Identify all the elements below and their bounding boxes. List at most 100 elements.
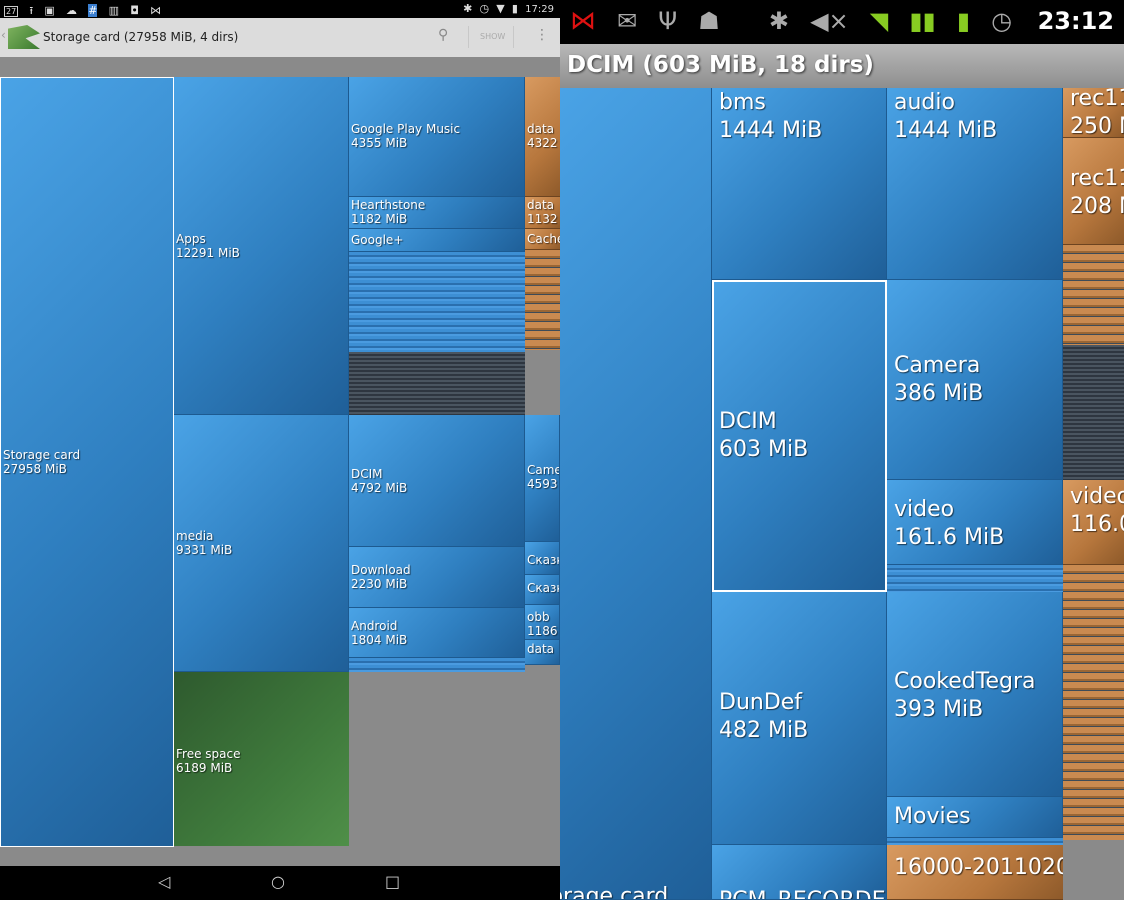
node-name: Storage card: [3, 448, 81, 462]
node-name: data: [527, 198, 555, 212]
treemap-root[interactable]: Storage card: [560, 88, 712, 900]
node-android[interactable]: Android 1804 MiB: [349, 608, 525, 658]
title-bar: DCIM (603 MiB, 18 dirs): [560, 44, 1124, 88]
node-name: Download: [351, 563, 411, 577]
cloud-icon: ☁: [66, 4, 78, 17]
toolbar-shadow: [0, 57, 560, 77]
node-name: Apps: [176, 232, 206, 246]
app-logo-icon[interactable]: [8, 25, 40, 49]
android-debug-icon: ☗: [698, 7, 720, 35]
node-data[interactable]: data 4322 MiB: [525, 77, 560, 197]
node-size: 603 MiB: [719, 436, 809, 462]
recents-nav-icon[interactable]: □: [385, 872, 400, 891]
small-nodes[interactable]: [887, 565, 1063, 592]
node-size: 2230 MiB: [351, 577, 408, 592]
show-button[interactable]: SHOW: [480, 32, 505, 41]
node-size: 1132 MiB: [527, 212, 558, 227]
node-size: 393 MiB: [894, 696, 984, 722]
mail-icon: ⋈: [150, 4, 162, 17]
gmail-icon: ✉: [617, 7, 638, 35]
node-rec11[interactable]: rec11 208 MiB: [1063, 138, 1124, 245]
battery-icon: ▮: [511, 2, 518, 15]
node-dcim[interactable]: DCIM 4792 MiB: [349, 415, 525, 547]
node-camera[interactable]: Camera 386 MiB: [887, 280, 1063, 480]
node-name: Google Play Music: [351, 122, 461, 136]
node-size: 4322 MiB: [527, 136, 558, 151]
clock: 23:12: [1037, 7, 1114, 35]
node-size: 1804 MiB: [351, 633, 408, 648]
search-icon[interactable]: ⚲: [438, 27, 448, 43]
alarm-icon: ◷: [991, 7, 1013, 35]
small-nodes[interactable]: [1063, 245, 1124, 345]
node-size: 9331 MiB: [176, 543, 233, 558]
node-size: 1186 MiB: [527, 624, 558, 639]
small-nodes-dark[interactable]: [1063, 345, 1124, 480]
overflow-menu-icon[interactable]: ⋮: [535, 27, 549, 43]
node-name: CookedTegra: [894, 669, 1036, 694]
node-name: Hearthstone: [351, 198, 426, 212]
node-skazki[interactable]: Сказк: [525, 575, 560, 605]
node-dundef[interactable]: DunDef 482 MiB: [712, 592, 887, 845]
node-obb[interactable]: obb 1186 MiB: [525, 605, 560, 640]
node-16000-20110208[interactable]: 16000-20110208: [887, 845, 1063, 900]
wifi-icon: ◥: [869, 7, 889, 35]
node-video[interactable]: video 161.6 MiB: [887, 480, 1063, 565]
small-nodes[interactable]: [887, 838, 1063, 845]
node-google-play-music[interactable]: Google Play Music 4355 MiB: [349, 77, 525, 197]
bluetooth-icon: ✱: [768, 7, 789, 35]
node-audio[interactable]: audio 1444 MiB: [887, 88, 1063, 280]
node-name: audio: [894, 90, 955, 115]
node-cache[interactable]: Cache: [525, 229, 560, 250]
node-size: 116.0 MiB: [1070, 511, 1124, 537]
wifi-icon: ▼: [496, 2, 505, 15]
node-size: 4355 MiB: [351, 136, 408, 151]
small-nodes[interactable]: [1063, 565, 1124, 840]
mute-icon: ◀×: [810, 7, 849, 35]
node-name: Google+: [351, 233, 404, 247]
node-movies[interactable]: Movies: [887, 797, 1063, 838]
node-free-space[interactable]: Free space 6189 MiB: [174, 672, 349, 846]
node-name: DCIM: [351, 467, 383, 481]
node-name: rec11: [1070, 166, 1124, 191]
node-apps[interactable]: Apps 12291 MiB: [174, 77, 349, 415]
treemap-root[interactable]: Storage card 27958 MiB: [0, 77, 174, 847]
status-bar: 27 ⭱ ▣ ☁ # ▥ ◘ ⋈ ✱ ◷ ▼ ▮ 17:29: [0, 0, 560, 18]
photo-icon: ◘: [130, 4, 139, 17]
node-size: 1444 MiB: [719, 117, 823, 143]
calendar-icon: 27: [4, 6, 19, 17]
image-icon: ▣: [44, 4, 55, 17]
node-google-plus[interactable]: Google+: [349, 229, 525, 252]
clock: 17:29: [525, 4, 554, 15]
node-download[interactable]: Download 2230 MiB: [349, 547, 525, 608]
node-hearthstone[interactable]: Hearthstone 1182 MiB: [349, 197, 525, 229]
small-nodes[interactable]: [349, 252, 525, 352]
small-nodes-dark[interactable]: [349, 352, 525, 415]
node-pcm-recorder[interactable]: PCM_RECORDER: [712, 845, 887, 900]
back-nav-icon[interactable]: ◁: [158, 872, 170, 891]
small-nodes[interactable]: [525, 250, 560, 350]
node-size: 250 MiB: [1070, 113, 1124, 138]
small-nodes[interactable]: [349, 658, 525, 672]
right-screenshot: ⋈ ✉ Ψ ☗ ✱ ◀× ◥ ▮▮ ▮ ◷ 23:12 DCIM (603 Mi…: [560, 0, 1124, 900]
node-name: PCM_RECORDER: [712, 887, 886, 899]
node-rec11[interactable]: rec11 250 MiB: [1063, 88, 1124, 138]
node-camera[interactable]: Camera 4593 MiB: [525, 415, 560, 542]
node-name: media: [176, 529, 214, 543]
node-skazki[interactable]: Сказк: [525, 542, 560, 575]
divider: [513, 26, 514, 48]
node-size: 1182 MiB: [351, 212, 408, 227]
node-cookedtegra[interactable]: CookedTegra 393 MiB: [887, 592, 1063, 797]
node-name: Cache: [527, 232, 560, 246]
usb-icon: Ψ: [658, 7, 678, 35]
node-name: bms: [719, 90, 766, 115]
node-video[interactable]: video 116.0 MiB: [1063, 480, 1124, 565]
node-size: 386 MiB: [894, 380, 984, 406]
node-bms[interactable]: bms 1444 MiB: [712, 88, 887, 280]
node-media[interactable]: media 9331 MiB: [174, 415, 349, 672]
node-data[interactable]: data: [525, 640, 560, 665]
node-data[interactable]: data 1132 MiB: [525, 197, 560, 229]
back-icon[interactable]: ‹: [1, 28, 6, 42]
barcode-icon: ▥: [108, 4, 120, 17]
home-nav-icon[interactable]: ○: [271, 872, 285, 891]
node-dcim-selected[interactable]: DCIM 603 MiB: [712, 280, 887, 592]
